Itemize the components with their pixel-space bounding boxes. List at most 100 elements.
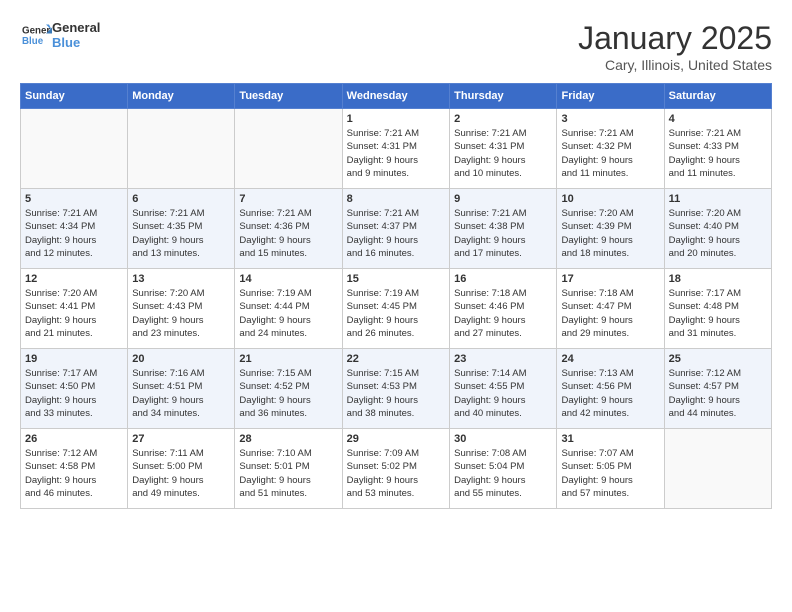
week-row-2: 5Sunrise: 7:21 AMSunset: 4:34 PMDaylight… <box>21 189 772 269</box>
day-number: 28 <box>239 433 337 445</box>
day-number: 20 <box>132 353 230 365</box>
calendar-cell: 14 Sunrise: 7:19 AMSunset: 4:44 PMDayligh… <box>235 269 342 349</box>
calendar-cell: 1 Sunrise: 7:21 AMSunset: 4:31 PMDaylight… <box>342 109 449 189</box>
calendar-cell: 25 Sunrise: 7:12 AMSunset: 4:57 PMDayligh… <box>664 349 771 429</box>
day-number: 22 <box>347 353 445 365</box>
calendar-cell: 10Sunrise: 7:20 AMSunset: 4:39 PMDayligh… <box>557 189 664 269</box>
day-info: Sunrise: 7:21 AMSunset: 4:35 PMDaylight:… <box>132 207 230 260</box>
day-number: 10 <box>561 193 659 205</box>
day-number: 2 <box>454 113 552 125</box>
calendar-cell: 3Sunrise: 7:21 AMSunset: 4:32 PMDaylight… <box>557 109 664 189</box>
weekday-header-sunday: Sunday <box>21 84 128 109</box>
calendar-cell: 4 Sunrise: 7:21 AMSunset: 4:33 PMDaylight… <box>664 109 771 189</box>
weekday-header-thursday: Thursday <box>450 84 557 109</box>
day-number: 26 <box>25 433 123 445</box>
day-number: 14 <box>239 273 337 285</box>
calendar-cell: 30 Sunrise: 7:08 AMSunset: 5:04 PMDayligh… <box>450 429 557 509</box>
logo-blue: Blue <box>52 35 100 50</box>
day-info: Sunrise: 7:12 AMSunset: 4:57 PMDaylight:… <box>669 367 767 420</box>
day-info: Sunrise: 7:07 AMSunset: 5:05 PMDaylight:… <box>561 447 659 500</box>
day-number: 5 <box>25 193 123 205</box>
day-number: 15 <box>347 273 445 285</box>
day-info: Sunrise: 7:21 AMSunset: 4:37 PMDaylight:… <box>347 207 445 260</box>
calendar-cell: 16Sunrise: 7:18 AMSunset: 4:46 PMDayligh… <box>450 269 557 349</box>
calendar-cell: 9Sunrise: 7:21 AMSunset: 4:38 PMDaylight… <box>450 189 557 269</box>
month-title: January 2025 <box>578 20 772 57</box>
calendar-cell: 23 Sunrise: 7:14 AMSunset: 4:55 PMDayligh… <box>450 349 557 429</box>
calendar-cell: 13Sunrise: 7:20 AMSunset: 4:43 PMDayligh… <box>128 269 235 349</box>
day-number: 1 <box>347 113 445 125</box>
day-info: Sunrise: 7:15 AMSunset: 4:53 PMDaylight:… <box>347 367 445 420</box>
week-row-5: 26 Sunrise: 7:12 AMSunset: 4:58 PMDayligh… <box>21 429 772 509</box>
calendar-cell <box>664 429 771 509</box>
calendar-cell: 11 Sunrise: 7:20 AMSunset: 4:40 PMDayligh… <box>664 189 771 269</box>
day-number: 31 <box>561 433 659 445</box>
day-info: Sunrise: 7:15 AMSunset: 4:52 PMDaylight:… <box>239 367 337 420</box>
calendar-cell: 29 Sunrise: 7:09 AMSunset: 5:02 PMDayligh… <box>342 429 449 509</box>
calendar-cell: 26 Sunrise: 7:12 AMSunset: 4:58 PMDayligh… <box>21 429 128 509</box>
calendar-cell: 21Sunrise: 7:15 AMSunset: 4:52 PMDayligh… <box>235 349 342 429</box>
calendar-cell <box>128 109 235 189</box>
calendar-cell: 6Sunrise: 7:21 AMSunset: 4:35 PMDaylight… <box>128 189 235 269</box>
weekday-header-tuesday: Tuesday <box>235 84 342 109</box>
day-info: Sunrise: 7:20 AMSunset: 4:41 PMDaylight:… <box>25 287 123 340</box>
calendar-cell: 8 Sunrise: 7:21 AMSunset: 4:37 PMDaylight… <box>342 189 449 269</box>
day-info: Sunrise: 7:09 AMSunset: 5:02 PMDaylight:… <box>347 447 445 500</box>
day-number: 30 <box>454 433 552 445</box>
calendar-cell: 12 Sunrise: 7:20 AMSunset: 4:41 PMDayligh… <box>21 269 128 349</box>
day-number: 17 <box>561 273 659 285</box>
weekday-header-row: SundayMondayTuesdayWednesdayThursdayFrid… <box>21 84 772 109</box>
week-row-4: 19Sunrise: 7:17 AMSunset: 4:50 PMDayligh… <box>21 349 772 429</box>
calendar-cell: 17 Sunrise: 7:18 AMSunset: 4:47 PMDayligh… <box>557 269 664 349</box>
calendar-cell: 7 Sunrise: 7:21 AMSunset: 4:36 PMDaylight… <box>235 189 342 269</box>
calendar-cell: 19Sunrise: 7:17 AMSunset: 4:50 PMDayligh… <box>21 349 128 429</box>
day-number: 7 <box>239 193 337 205</box>
day-info: Sunrise: 7:14 AMSunset: 4:55 PMDaylight:… <box>454 367 552 420</box>
calendar-cell: 20 Sunrise: 7:16 AMSunset: 4:51 PMDayligh… <box>128 349 235 429</box>
calendar-cell: 31 Sunrise: 7:07 AMSunset: 5:05 PMDayligh… <box>557 429 664 509</box>
day-number: 24 <box>561 353 659 365</box>
day-info: Sunrise: 7:12 AMSunset: 4:58 PMDaylight:… <box>25 447 123 500</box>
calendar-cell <box>235 109 342 189</box>
logo-general: General <box>52 20 100 35</box>
day-number: 13 <box>132 273 230 285</box>
day-info: Sunrise: 7:21 AMSunset: 4:33 PMDaylight:… <box>669 127 767 180</box>
day-number: 4 <box>669 113 767 125</box>
day-number: 18 <box>669 273 767 285</box>
day-info: Sunrise: 7:08 AMSunset: 5:04 PMDaylight:… <box>454 447 552 500</box>
calendar-cell: 28Sunrise: 7:10 AMSunset: 5:01 PMDayligh… <box>235 429 342 509</box>
weekday-header-monday: Monday <box>128 84 235 109</box>
day-number: 9 <box>454 193 552 205</box>
svg-text:Blue: Blue <box>22 36 44 47</box>
logo-icon: General Blue <box>22 23 52 47</box>
location: Cary, Illinois, United States <box>578 57 772 73</box>
day-number: 23 <box>454 353 552 365</box>
day-number: 8 <box>347 193 445 205</box>
calendar-cell: 5Sunrise: 7:21 AMSunset: 4:34 PMDaylight… <box>21 189 128 269</box>
page-header: General Blue General Blue January 2025 C… <box>20 20 772 73</box>
calendar-cell: 27Sunrise: 7:11 AMSunset: 5:00 PMDayligh… <box>128 429 235 509</box>
day-number: 16 <box>454 273 552 285</box>
day-info: Sunrise: 7:21 AMSunset: 4:31 PMDaylight:… <box>347 127 445 180</box>
day-info: Sunrise: 7:19 AMSunset: 4:45 PMDaylight:… <box>347 287 445 340</box>
calendar-cell <box>21 109 128 189</box>
day-info: Sunrise: 7:16 AMSunset: 4:51 PMDaylight:… <box>132 367 230 420</box>
day-info: Sunrise: 7:18 AMSunset: 4:47 PMDaylight:… <box>561 287 659 340</box>
day-info: Sunrise: 7:21 AMSunset: 4:36 PMDaylight:… <box>239 207 337 260</box>
weekday-header-wednesday: Wednesday <box>342 84 449 109</box>
calendar-table: SundayMondayTuesdayWednesdayThursdayFrid… <box>20 83 772 509</box>
day-number: 29 <box>347 433 445 445</box>
day-info: Sunrise: 7:20 AMSunset: 4:40 PMDaylight:… <box>669 207 767 260</box>
day-number: 3 <box>561 113 659 125</box>
day-info: Sunrise: 7:13 AMSunset: 4:56 PMDaylight:… <box>561 367 659 420</box>
day-info: Sunrise: 7:19 AMSunset: 4:44 PMDaylight:… <box>239 287 337 340</box>
day-info: Sunrise: 7:21 AMSunset: 4:31 PMDaylight:… <box>454 127 552 180</box>
title-block: January 2025 Cary, Illinois, United Stat… <box>578 20 772 73</box>
day-number: 11 <box>669 193 767 205</box>
day-number: 27 <box>132 433 230 445</box>
day-number: 19 <box>25 353 123 365</box>
day-number: 25 <box>669 353 767 365</box>
svg-text:General: General <box>22 26 52 37</box>
day-number: 12 <box>25 273 123 285</box>
calendar-cell: 18Sunrise: 7:17 AMSunset: 4:48 PMDayligh… <box>664 269 771 349</box>
